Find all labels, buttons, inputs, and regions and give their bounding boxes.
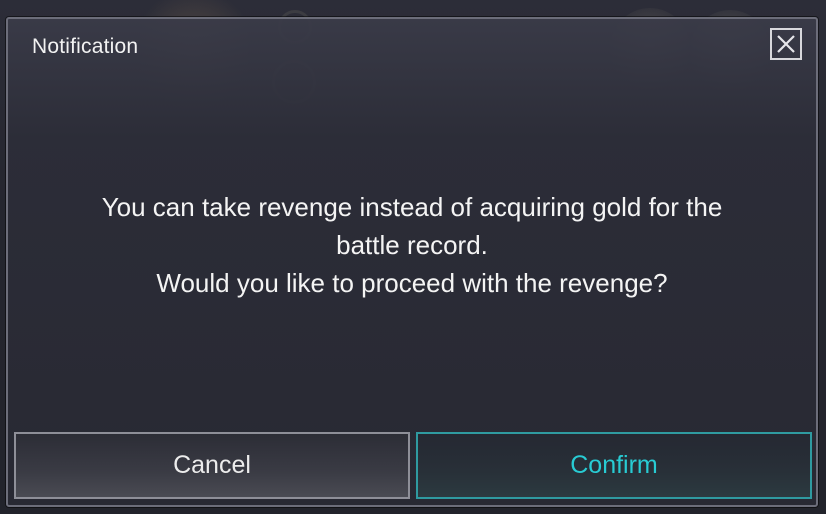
close-button[interactable] [770,28,802,60]
message-line: You can take revenge instead of acquirin… [101,192,723,222]
notification-dialog: Notification You can take revenge instea… [6,17,818,507]
message-line: Would you like to proceed with the reven… [156,268,668,298]
close-icon [777,35,795,53]
cancel-button-label: Cancel [173,451,251,479]
dialog-title: Notification [32,35,139,58]
cancel-button[interactable]: Cancel [14,432,410,499]
confirm-button-label: Confirm [570,451,658,479]
message-line: battle record. [336,230,488,260]
dialog-message: You can take revenge instead of acquirin… [48,188,776,302]
confirm-button[interactable]: Confirm [416,432,812,499]
